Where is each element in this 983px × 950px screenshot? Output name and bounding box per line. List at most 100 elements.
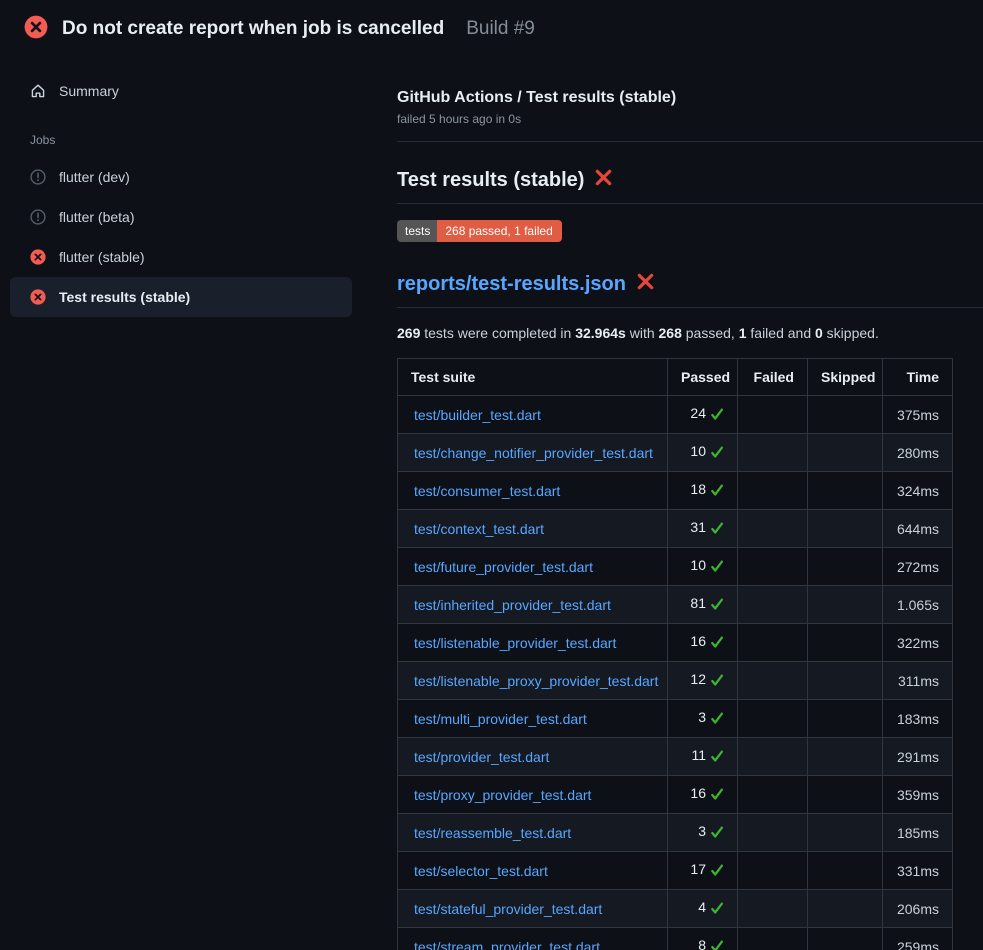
x-mark-icon	[636, 272, 655, 297]
time-cell: 375ms	[883, 396, 953, 434]
sidebar-item-flutter-dev[interactable]: flutter (dev)	[10, 157, 352, 197]
test-suite-link[interactable]: test/consumer_test.dart	[414, 483, 560, 499]
skipped-cell	[808, 624, 883, 662]
column-header-skipped: Skipped	[808, 359, 883, 396]
skipped-cell	[808, 738, 883, 776]
sidebar-item-label: flutter (stable)	[59, 249, 145, 265]
passed-cell: 3	[668, 700, 738, 738]
check-icon	[710, 406, 724, 426]
test-suite-cell: test/reassemble_test.dart	[398, 814, 668, 852]
skipped-cell	[808, 548, 883, 586]
test-suite-link[interactable]: test/inherited_provider_test.dart	[414, 597, 611, 613]
table-row: test/listenable_proxy_provider_test.dart…	[398, 662, 953, 700]
skipped-cell	[808, 928, 883, 950]
jobs-section-label: Jobs	[30, 133, 397, 147]
table-row: test/proxy_provider_test.dart16359ms	[398, 776, 953, 814]
time-cell: 280ms	[883, 434, 953, 472]
skipped-cell	[808, 586, 883, 624]
table-header-row: Test suitePassedFailedSkippedTime	[398, 359, 953, 396]
check-icon	[710, 900, 724, 920]
sidebar-item-flutter-stable[interactable]: flutter (stable)	[10, 237, 352, 277]
passed-cell: 11	[668, 738, 738, 776]
summary-segment: passed,	[682, 325, 739, 341]
alert-circle-icon	[30, 209, 46, 225]
passed-cell: 16	[668, 776, 738, 814]
check-run-header: Do not create report when job is cancell…	[0, 0, 983, 57]
test-suite-link[interactable]: test/future_provider_test.dart	[414, 559, 593, 575]
skipped-cell	[808, 776, 883, 814]
sidebar-item-summary[interactable]: Summary	[10, 71, 352, 111]
failed-cell	[738, 662, 808, 700]
time-cell: 1.065s	[883, 586, 953, 624]
home-icon	[30, 83, 46, 99]
test-suite-link[interactable]: test/context_test.dart	[414, 521, 544, 537]
test-suite-cell: test/multi_provider_test.dart	[398, 700, 668, 738]
time-cell: 183ms	[883, 700, 953, 738]
column-header-failed: Failed	[738, 359, 808, 396]
table-row: test/selector_test.dart17331ms	[398, 852, 953, 890]
skipped-cell	[808, 510, 883, 548]
time-cell: 206ms	[883, 890, 953, 928]
check-run-title: Do not create report when job is cancell…	[62, 18, 444, 40]
table-row: test/reassemble_test.dart3185ms	[398, 814, 953, 852]
test-results-table: Test suitePassedFailedSkippedTime test/b…	[397, 358, 953, 950]
check-icon	[710, 748, 724, 768]
test-suite-link[interactable]: test/reassemble_test.dart	[414, 825, 571, 841]
passed-cell: 10	[668, 548, 738, 586]
column-header-test-suite: Test suite	[398, 359, 668, 396]
test-suite-cell: test/future_provider_test.dart	[398, 548, 668, 586]
divider	[397, 141, 983, 142]
table-row: test/builder_test.dart 24 375ms	[398, 396, 953, 434]
failed-cell	[738, 586, 808, 624]
skipped-cell	[808, 396, 883, 434]
report-file-link[interactable]: reports/test-results.json	[397, 273, 626, 296]
test-suite-link[interactable]: test/listenable_provider_test.dart	[414, 635, 616, 651]
failed-cell	[738, 624, 808, 662]
sidebar-item-test-results-stable[interactable]: Test results (stable)	[10, 277, 352, 317]
test-suite-link[interactable]: test/provider_test.dart	[414, 749, 549, 765]
table-row: test/stateful_provider_test.dart 4 206ms	[398, 890, 953, 928]
test-suite-link[interactable]: test/selector_test.dart	[414, 863, 548, 879]
test-suite-link[interactable]: test/proxy_provider_test.dart	[414, 787, 591, 803]
skipped-cell	[808, 700, 883, 738]
passed-cell: 3	[668, 814, 738, 852]
column-header-passed: Passed	[668, 359, 738, 396]
passed-cell: 12	[668, 662, 738, 700]
test-suite-link[interactable]: test/builder_test.dart	[414, 407, 541, 423]
x-circle-icon	[30, 289, 46, 305]
x-circle-icon	[30, 249, 46, 265]
summary-segment: 0	[815, 325, 823, 341]
check-icon	[710, 482, 724, 502]
check-icon	[710, 672, 724, 692]
sidebar-item-flutter-beta[interactable]: flutter (beta)	[10, 197, 352, 237]
failed-cell	[738, 548, 808, 586]
badge-label: tests	[397, 220, 437, 242]
test-suite-link[interactable]: test/listenable_proxy_provider_test.dart	[414, 673, 658, 689]
tests-summary-line: 269 tests were completed in 32.964s with…	[397, 325, 983, 341]
test-suite-link[interactable]: test/multi_provider_test.dart	[414, 711, 587, 727]
failed-cell	[738, 738, 808, 776]
passed-cell: 4	[668, 890, 738, 928]
failed-cell	[738, 776, 808, 814]
test-suite-cell: test/context_test.dart	[398, 510, 668, 548]
x-circle-icon	[24, 15, 48, 42]
table-row: test/stream_provider_test.dart8259ms	[398, 928, 953, 950]
check-icon	[710, 520, 724, 540]
test-suite-link[interactable]: test/stateful_provider_test.dart	[414, 901, 602, 917]
time-cell: 644ms	[883, 510, 953, 548]
test-suite-cell: test/proxy_provider_test.dart	[398, 776, 668, 814]
skipped-cell	[808, 890, 883, 928]
passed-cell: 24	[668, 396, 738, 434]
sidebar-summary-label: Summary	[59, 83, 119, 99]
test-table-body: test/builder_test.dart 24 375ms test/change…	[398, 396, 953, 950]
test-suite-link[interactable]: test/stream_provider_test.dart	[414, 939, 600, 950]
summary-segment: 32.964s	[575, 325, 626, 341]
time-cell: 322ms	[883, 624, 953, 662]
test-suite-link[interactable]: test/change_notifier_provider_test.dart	[414, 445, 653, 461]
alert-circle-icon	[30, 169, 46, 185]
check-icon	[710, 558, 724, 578]
passed-cell: 31	[668, 510, 738, 548]
x-mark-icon	[594, 168, 613, 193]
table-row: test/future_provider_test.dart10272ms	[398, 548, 953, 586]
jobs-sidebar: Summary Jobs flutter (dev)flutter (beta)…	[0, 57, 397, 950]
